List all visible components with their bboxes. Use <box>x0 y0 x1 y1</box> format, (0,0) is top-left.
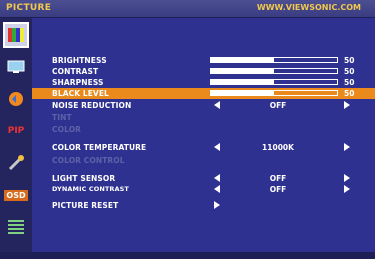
noise-reduction-label: NOISE REDUCTION <box>52 101 132 110</box>
black-level-value: 50 <box>344 89 355 98</box>
arrow-right-icon[interactable] <box>214 201 220 209</box>
noise-reduction-value: OFF <box>269 101 287 110</box>
contrast-slider[interactable] <box>210 68 338 74</box>
brightness-fill <box>211 58 274 62</box>
arrow-left-icon[interactable] <box>214 101 220 109</box>
color-temperature-label: COLOR TEMPERATURE <box>52 143 147 152</box>
sharpness-fill <box>211 80 274 84</box>
menu-item-color: COLOR <box>46 124 364 135</box>
black-level-label: BLACK LEVEL <box>52 89 109 98</box>
arrow-right-icon[interactable] <box>344 174 350 182</box>
sharpness-slider[interactable] <box>210 79 338 85</box>
sharpness-value: 50 <box>344 78 355 87</box>
contrast-label: CONTRAST <box>52 67 99 76</box>
page-title: PICTURE <box>6 3 52 13</box>
website-label: WWW.VIEWSONIC.COM <box>256 3 361 12</box>
menu-item-picture-reset[interactable]: PICTURE RESET <box>46 200 364 211</box>
contrast-value: 50 <box>344 67 355 76</box>
menu-item-tint: TINT <box>46 112 364 123</box>
arrow-right-icon[interactable] <box>344 143 350 151</box>
menu-item-color-control: COLOR CONTROL <box>46 155 364 166</box>
tint-label: TINT <box>52 113 72 122</box>
tools-icon <box>8 155 24 171</box>
picture-reset-label: PICTURE RESET <box>52 201 119 210</box>
black-level-slider[interactable] <box>210 90 338 96</box>
sidebar-item-picture[interactable] <box>3 22 29 48</box>
menu-item-sharpness[interactable]: SHARPNESS 50 <box>46 77 364 88</box>
light-sensor-value: OFF <box>269 174 287 183</box>
monitor-icon <box>7 60 25 73</box>
osd-icon: OSD <box>4 189 28 201</box>
sidebar-item-osd[interactable]: OSD <box>3 182 29 208</box>
light-sensor-label: LIGHT SENSOR <box>52 174 116 183</box>
osd-menu: PICTURE WWW.VIEWSONIC.COM PIP OSD BRIGHT… <box>0 0 375 259</box>
brightness-slider[interactable] <box>210 57 338 63</box>
arrow-right-icon[interactable] <box>344 185 350 193</box>
picture-icon <box>8 28 24 42</box>
dynamic-contrast-value: OFF <box>269 185 287 194</box>
arrow-left-icon[interactable] <box>214 174 220 182</box>
color-label: COLOR <box>52 125 82 134</box>
brightness-value: 50 <box>344 56 355 65</box>
menu-item-color-temperature[interactable]: COLOR TEMPERATURE 11000K <box>46 142 364 153</box>
arrow-left-icon[interactable] <box>214 143 220 151</box>
arrow-right-icon[interactable] <box>344 101 350 109</box>
menu-item-dynamic-contrast[interactable]: DYNAMIC CONTRAST OFF <box>46 184 364 195</box>
sidebar-item-pip[interactable]: PIP <box>3 118 29 144</box>
color-temperature-value: 11000K <box>262 143 294 152</box>
sharpness-label: SHARPNESS <box>52 78 104 87</box>
menu-panel: BRIGHTNESS 50 CONTRAST 50 SHARPNESS 50 B… <box>32 18 375 252</box>
menu-footer <box>0 252 375 259</box>
dynamic-contrast-label: DYNAMIC CONTRAST <box>52 185 129 193</box>
menu-item-noise-reduction[interactable]: NOISE REDUCTION OFF <box>46 100 364 111</box>
audio-icon <box>9 92 23 106</box>
color-control-label: COLOR CONTROL <box>52 156 125 165</box>
menu-list-icon <box>8 220 24 234</box>
sidebar-item-screen[interactable] <box>3 54 29 80</box>
menu-item-contrast[interactable]: CONTRAST 50 <box>46 66 364 77</box>
contrast-fill <box>211 69 274 73</box>
arrow-left-icon[interactable] <box>214 185 220 193</box>
menu-item-black-level[interactable]: BLACK LEVEL 50 <box>32 88 375 99</box>
menu-item-light-sensor[interactable]: LIGHT SENSOR OFF <box>46 173 364 184</box>
sidebar-item-audio[interactable] <box>3 86 29 112</box>
pip-icon: PIP <box>7 126 25 136</box>
black-level-fill <box>211 91 274 95</box>
menu-item-brightness[interactable]: BRIGHTNESS 50 <box>46 55 364 66</box>
sidebar: PIP OSD <box>0 18 32 252</box>
menu-header: PICTURE WWW.VIEWSONIC.COM <box>0 0 375 18</box>
sidebar-item-menu[interactable] <box>3 214 29 240</box>
brightness-label: BRIGHTNESS <box>52 56 107 65</box>
sidebar-item-setup[interactable] <box>3 150 29 176</box>
